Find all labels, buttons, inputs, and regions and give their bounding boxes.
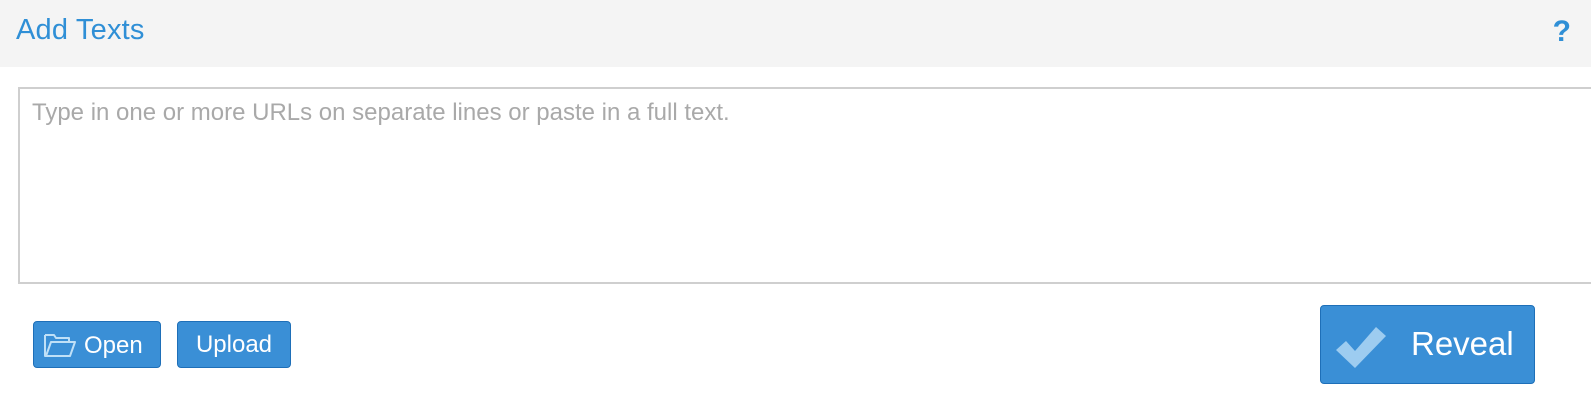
text-input[interactable] (18, 87, 1591, 284)
reveal-button-label: Reveal (1411, 325, 1514, 362)
upload-button[interactable]: Upload (177, 321, 291, 368)
folder-open-icon (44, 334, 76, 357)
reveal-button[interactable]: Reveal (1320, 305, 1535, 384)
help-icon[interactable]: ? (1553, 14, 1571, 50)
open-button-label: Open (84, 332, 143, 359)
open-button[interactable]: Open (33, 321, 161, 368)
header-bar: Add Texts ? (0, 0, 1591, 67)
page-title: Add Texts (16, 14, 145, 46)
checkmark-icon (1336, 327, 1386, 368)
